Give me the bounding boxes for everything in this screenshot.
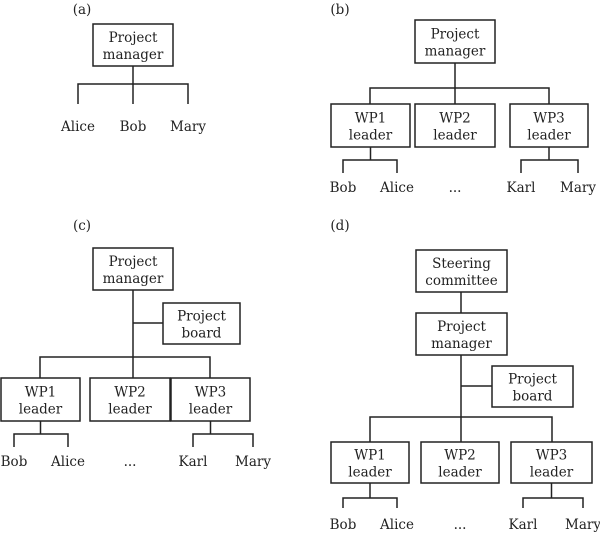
node-label-line2: leader: [438, 465, 482, 481]
member-name: Bob: [330, 517, 357, 533]
member-name: Alice: [379, 517, 414, 533]
node-wp3: WP3leader: [509, 103, 589, 148]
member-name: Alice: [379, 180, 414, 196]
member-name: ...: [124, 454, 137, 470]
node-label-line1: Project: [508, 372, 557, 388]
member-name: Mary: [170, 119, 206, 135]
panel-d: (d)SteeringcommitteeProjectmanagerProjec…: [330, 218, 600, 533]
node-label-line2: manager: [103, 47, 164, 63]
node-label-line1: WP1: [355, 111, 387, 127]
member-name: Alice: [60, 119, 95, 135]
node-board: Projectboard: [162, 302, 241, 345]
org-charts-figure: (a) Project manager Alice Bob Mary (b) Project m…: [0, 0, 600, 534]
node-label-line2: leader: [530, 465, 574, 481]
member-name: Mary: [235, 454, 271, 470]
connector-line: [522, 497, 584, 508]
panel-label: (c): [73, 218, 91, 234]
node-wp1: WP1leader: [330, 441, 410, 484]
node-label-line2: leader: [349, 128, 393, 144]
node-label-line1: Project: [109, 30, 158, 46]
connector-line: [342, 497, 398, 508]
node-label-line2: manager: [431, 336, 492, 352]
member-name: ...: [454, 517, 467, 533]
node-label-line1: Steering: [432, 256, 491, 272]
member-name: Bob: [120, 119, 147, 135]
node-wp2: WP2leader: [420, 441, 500, 484]
node-pm: Projectmanager: [92, 23, 174, 67]
node-board: Projectboard: [491, 365, 574, 408]
member-name: Mary: [560, 180, 596, 196]
panel-label: (b): [330, 2, 349, 18]
node-label-line2: board: [513, 389, 553, 405]
node-label-line2: leader: [348, 465, 392, 481]
member-name: ...: [449, 180, 462, 196]
member-name: Karl: [507, 180, 536, 196]
node-label-line1: WP1: [25, 385, 57, 401]
member-name: Bob: [330, 180, 357, 196]
node-label-line2: manager: [425, 44, 486, 60]
node-label-line2: leader: [108, 402, 152, 418]
node-wp1: WP1leader: [330, 103, 411, 148]
connector-line: [342, 159, 398, 173]
node-steering: Steeringcommittee: [415, 249, 508, 293]
node-label-line2: leader: [19, 402, 63, 418]
panel-label: (d): [330, 218, 349, 234]
member-name: Karl: [179, 454, 208, 470]
node-label-line1: WP3: [195, 385, 227, 401]
panel-a: (a)ProjectmanagerAlice Bob Mary: [60, 2, 206, 135]
member-name: Karl: [509, 517, 538, 533]
node-pm: Projectmanager: [415, 312, 508, 356]
connector-line: [39, 356, 211, 378]
connector-line: [13, 433, 69, 447]
node-label-line1: Project: [437, 319, 486, 335]
org-charts-diagram: (a)ProjectmanagerAlice Bob Mary(b)Projectm…: [0, 2, 600, 533]
member-name: Alice: [50, 454, 85, 470]
node-label-line2: leader: [527, 128, 571, 144]
node-label-line1: Project: [177, 309, 226, 325]
node-label-line1: WP2: [114, 385, 146, 401]
node-label-line1: Project: [109, 254, 158, 270]
node-label-line1: WP2: [444, 448, 476, 464]
panel-label: (a): [73, 2, 92, 18]
node-wp1: WP1leader: [0, 377, 81, 422]
node-pm: Projectmanager: [414, 19, 496, 64]
node-label-line1: Project: [431, 27, 480, 43]
connector-line: [369, 87, 550, 104]
panel-c: (c)ProjectmanagerProjectboardWP1leaderWP…: [0, 218, 271, 470]
node-wp2: WP2leader: [414, 103, 496, 148]
node-pm: Projectmanager: [92, 247, 174, 291]
node-label-line2: board: [182, 326, 222, 342]
member-name: Bob: [1, 454, 28, 470]
node-wp3: WP3leader: [510, 441, 593, 484]
node-label-line2: manager: [103, 271, 164, 287]
node-label-line1: WP3: [533, 111, 565, 127]
node-label-line2: leader: [433, 128, 477, 144]
node-wp3: WP3leader: [170, 377, 251, 422]
node-label-line2: leader: [189, 402, 233, 418]
connector-line: [520, 159, 579, 173]
node-label-line2: committee: [425, 273, 497, 289]
node-label-line1: WP2: [439, 111, 471, 127]
node-label-line1: WP3: [536, 448, 568, 464]
node-wp2: WP2leader: [89, 377, 171, 422]
panel-b: (b)ProjectmanagerWP1leaderWP2leaderWP3le…: [330, 2, 597, 196]
node-label-line1: WP1: [354, 448, 386, 464]
member-name: Mary: [565, 517, 600, 533]
connector-line: [192, 433, 254, 447]
